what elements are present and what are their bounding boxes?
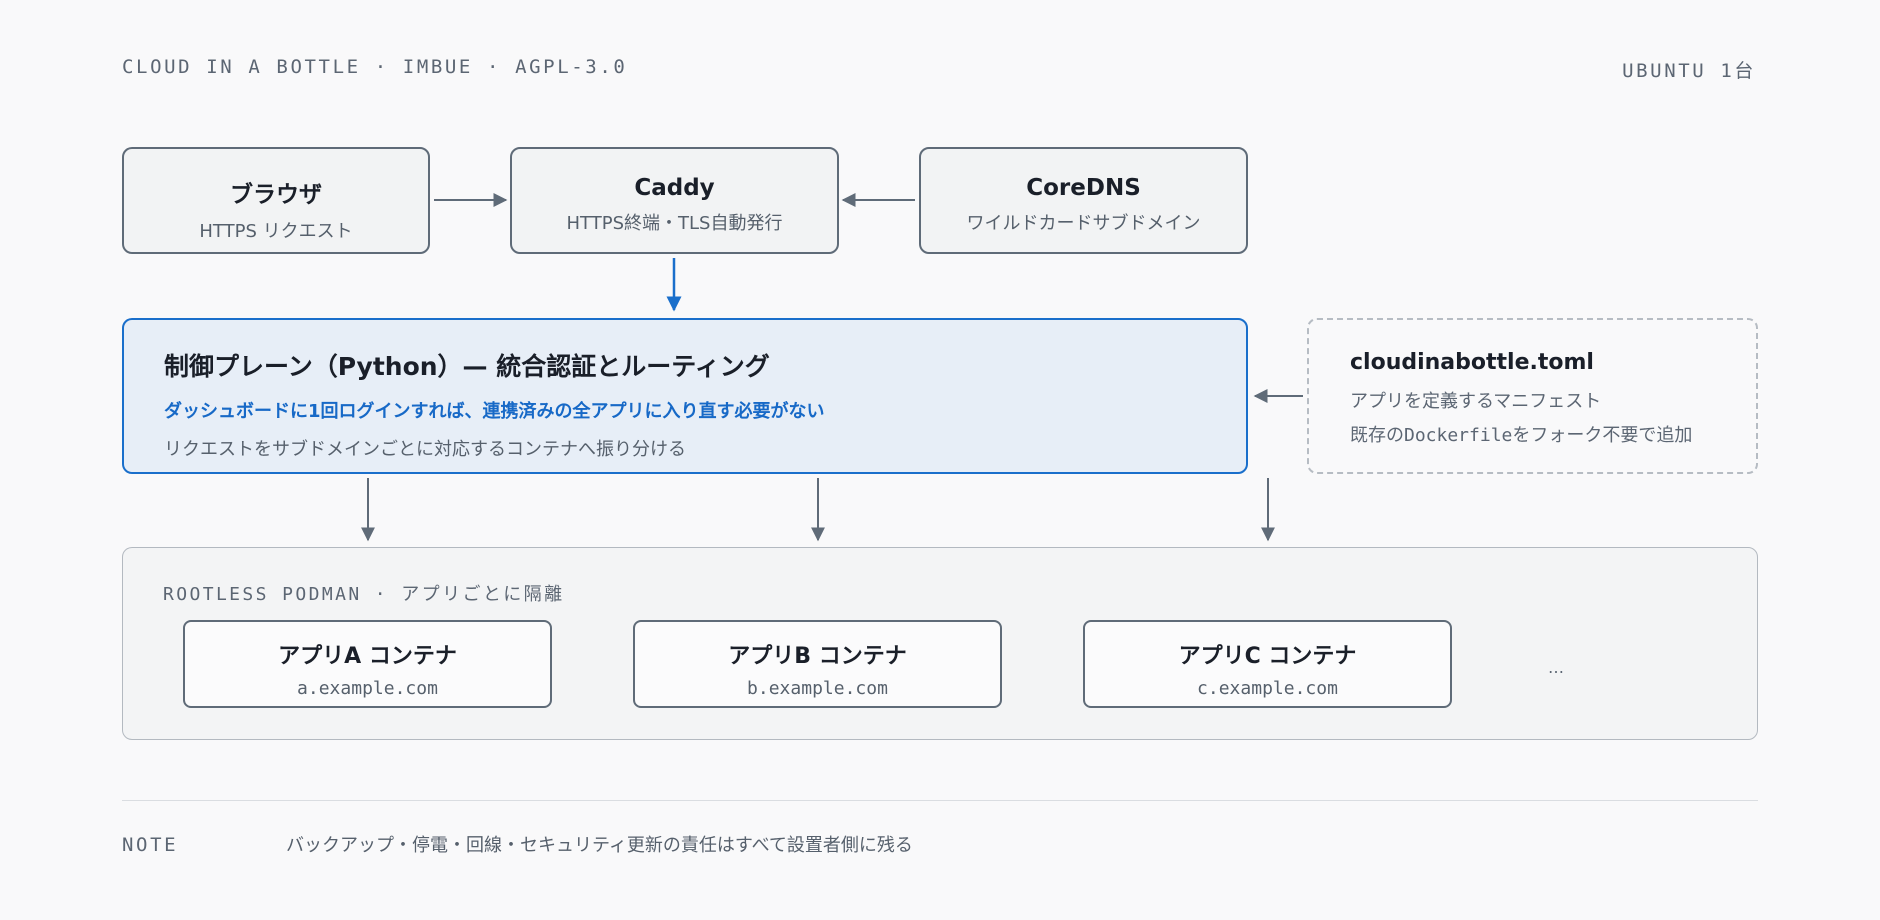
connector-arrows — [361, 193, 1303, 542]
